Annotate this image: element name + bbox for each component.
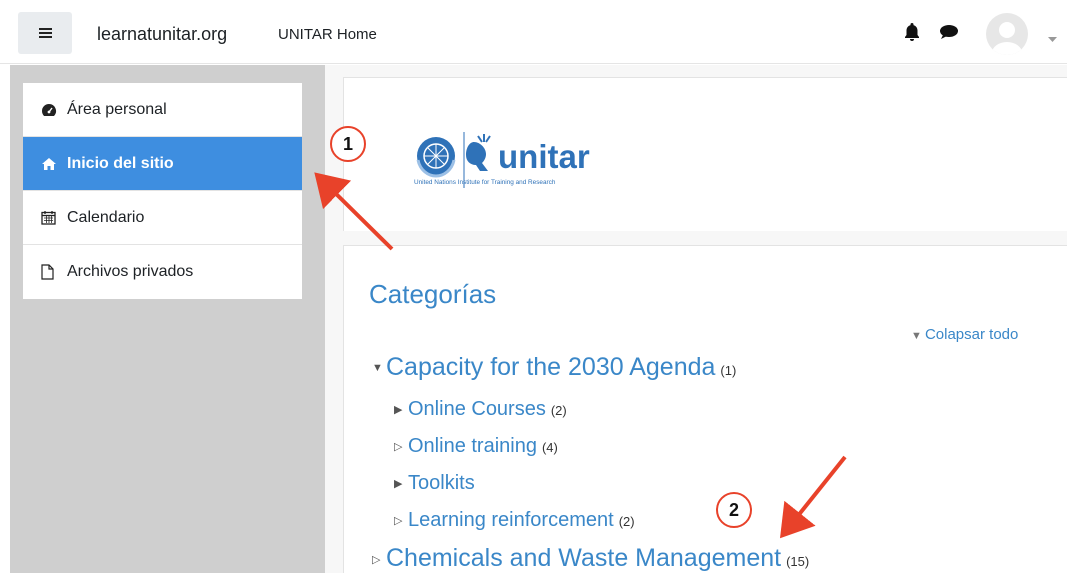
caret-down-icon: ▼ [911, 330, 925, 342]
unitar-logo: unitar United Nations Institute for Trai… [414, 132, 590, 188]
category-item[interactable]: ▷ Chemicals and Waste Management (15) [372, 544, 809, 573]
chevron-down-icon[interactable] [1048, 30, 1057, 48]
category-count: (4) [541, 440, 558, 455]
caret-down-icon[interactable]: ▼ [372, 362, 386, 374]
calendar-icon [41, 210, 67, 225]
logo-tagline: United Nations Institute for Training an… [414, 179, 556, 186]
category-name[interactable]: Online training [408, 435, 537, 457]
caret-right-outline-icon[interactable]: ▷ [394, 514, 408, 527]
nav-item-label: Archivos privados [67, 263, 194, 280]
file-icon [41, 264, 67, 280]
collapse-all-label: Colapsar todo [924, 326, 1019, 343]
caret-right-outline-icon[interactable]: ▷ [394, 440, 408, 453]
category-name[interactable]: Capacity for the 2030 Agenda [386, 353, 715, 381]
menu-icon-bar [39, 36, 52, 38]
category-count: (2) [550, 403, 567, 418]
home-icon [41, 157, 67, 171]
logo-wordmark: unitar [498, 138, 590, 175]
collapse-all-link[interactable]: ▼ Colapsar todo [911, 326, 1018, 343]
category-item[interactable]: ▷ Learning reinforcement (2) [394, 509, 635, 532]
category-count: (15) [786, 554, 810, 569]
nav-item-archivos-privados[interactable]: Archivos privados [23, 245, 302, 299]
caret-right-icon[interactable]: ▶ [394, 403, 408, 416]
nav-item-inicio-del-sitio[interactable]: Inicio del sitio [23, 137, 302, 191]
category-name[interactable]: Learning reinforcement [408, 509, 614, 531]
category-count: (1) [720, 363, 737, 378]
user-avatar[interactable] [986, 13, 1028, 55]
dashboard-icon [41, 103, 67, 117]
category-name[interactable]: Online Courses [408, 398, 546, 420]
nav-list: Área personal Inicio del sitio Calendari… [22, 82, 303, 300]
categories-card: Categorías ▼ Colapsar todo ▼ Capacity for… [343, 245, 1067, 573]
menu-icon [39, 28, 52, 30]
top-navbar: learnatunitar.org UNITAR Home [0, 0, 1067, 64]
hamburger-menu-button[interactable] [18, 12, 72, 54]
unitar-home-link[interactable]: UNITAR Home [278, 26, 377, 43]
nav-item-label: Área personal [67, 100, 167, 118]
category-item[interactable]: ▷ Online training (4) [394, 435, 558, 458]
annotation-badge-1: 1 [330, 126, 366, 162]
main-region: unitar United Nations Institute for Trai… [325, 65, 1067, 573]
nav-drawer: Área personal Inicio del sitio Calendari… [10, 65, 325, 573]
category-count: (2) [618, 514, 635, 529]
caret-right-outline-icon[interactable]: ▷ [372, 553, 386, 566]
caret-right-icon[interactable]: ▶ [394, 477, 408, 490]
annotation-badge-2: 2 [716, 492, 752, 528]
messages-icon[interactable] [939, 24, 959, 45]
nav-item-label: Calendario [67, 208, 145, 226]
category-name[interactable]: Toolkits [408, 472, 475, 494]
bell-icon[interactable] [904, 22, 920, 47]
category-item[interactable]: ▶ Toolkits [394, 472, 480, 495]
categories-title: Categorías [369, 279, 497, 309]
logo-card: unitar United Nations Institute for Trai… [343, 77, 1067, 231]
site-brand-link[interactable]: learnatunitar.org [97, 24, 227, 45]
category-item[interactable]: ▶ Online Courses (2) [394, 398, 567, 421]
nav-item-label: Inicio del sitio [67, 154, 174, 172]
category-item[interactable]: ▼ Capacity for the 2030 Agenda (1) [372, 353, 736, 382]
menu-icon-bar [39, 32, 52, 34]
nav-item-calendario[interactable]: Calendario [23, 191, 302, 245]
nav-item-area-personal[interactable]: Área personal [23, 83, 302, 137]
category-name[interactable]: Chemicals and Waste Management [386, 544, 781, 572]
